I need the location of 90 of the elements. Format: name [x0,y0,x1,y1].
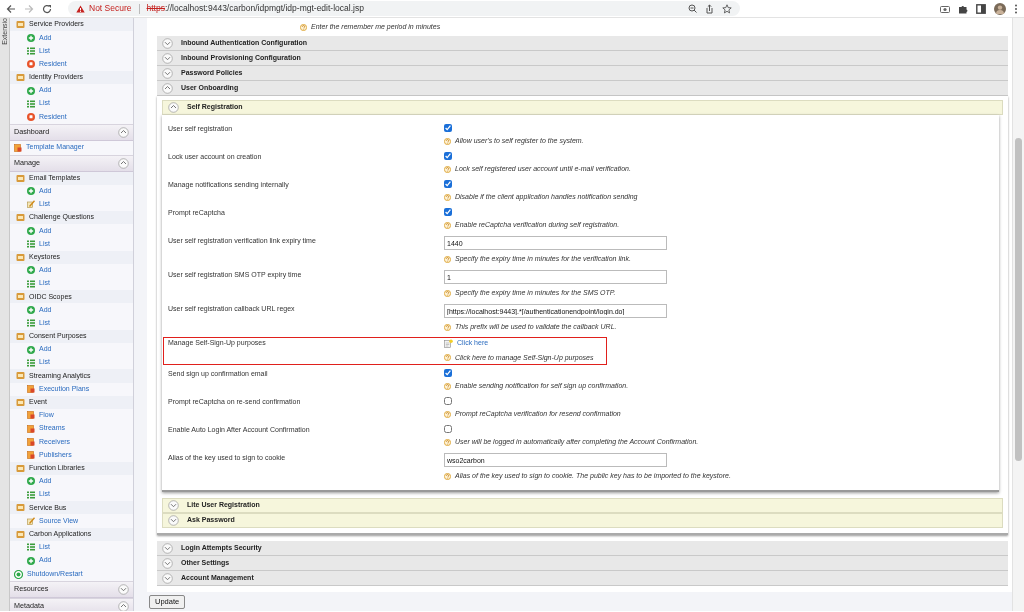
help-icon [444,438,451,446]
help-icon [444,354,451,362]
add-icon [27,477,35,486]
list-icon [27,46,35,55]
more-icon[interactable] [1014,3,1018,14]
expand-icon[interactable] [162,37,173,49]
expand-icon[interactable] [162,572,173,584]
puzzle-icon[interactable] [958,3,968,14]
module-icon [16,72,25,82]
expand-icon[interactable] [162,557,173,569]
checkbox[interactable] [444,180,452,188]
note-icon [444,338,453,348]
collapse-icon[interactable] [118,157,129,169]
scrollbar-thumb[interactable] [1015,138,1022,461]
add-icon [27,305,35,314]
document-icon [27,424,35,433]
add-icon [27,345,35,354]
checkbox[interactable] [444,124,452,132]
checkbox[interactable] [444,152,452,160]
module-icon [16,173,25,183]
help-icon [444,323,451,331]
add-icon [27,556,35,565]
module-icon [16,213,25,223]
help-icon [444,137,451,145]
help-icon [444,289,451,297]
avatar[interactable] [994,2,1006,15]
checkbox[interactable] [444,369,452,377]
collapse-icon[interactable] [118,601,129,611]
help-icon [444,221,451,229]
address-bar[interactable]: Not Secure https://localhost:9443/carbon/idpmgt/idp-mgt-edit-local.jsp [68,1,740,16]
back-icon[interactable] [6,3,16,14]
add-icon [27,226,35,235]
expand-icon[interactable] [168,500,179,511]
collapse-icon[interactable] [162,82,173,94]
list-icon [27,99,35,108]
url-text: https://localhost:9443/carbon/idpmgt/idp-mgt-edit-local.jsp [146,2,364,15]
help-icon [444,193,451,201]
add-icon [27,187,35,196]
share-icon[interactable] [705,3,714,14]
security-label[interactable]: Not Secure [89,2,132,15]
document-icon [27,411,35,420]
list-icon [27,543,35,552]
circle-icon [27,112,35,121]
module-icon [16,252,25,262]
document-icon [27,451,35,460]
module-icon [16,371,25,381]
zoom-icon[interactable] [688,4,697,13]
help-icon [300,23,307,31]
reload-icon[interactable] [42,3,52,14]
add-icon [27,33,35,42]
module-icon [16,463,25,473]
help-icon [444,410,451,418]
module-icon [16,331,25,341]
help-icon [444,255,451,263]
checkbox[interactable] [444,397,452,405]
expand-icon[interactable] [118,584,129,596]
document-icon [14,143,22,152]
module-icon [16,20,25,30]
list-icon [27,490,35,499]
pencil-icon [27,200,35,209]
collapse-icon[interactable] [168,102,179,113]
list-icon [27,240,35,249]
help-icon [444,165,451,173]
expand-icon[interactable] [168,515,179,526]
sidebar-icon[interactable] [976,3,986,14]
module-icon [16,529,25,539]
document-icon [27,437,35,446]
checkbox[interactable] [444,425,452,433]
star-icon[interactable] [722,3,732,14]
expand-icon[interactable] [162,67,173,79]
warning-icon [76,4,85,13]
power-icon [14,569,23,579]
checkbox[interactable] [444,208,452,216]
list-icon [27,358,35,367]
list-icon [27,279,35,288]
document-icon [27,385,35,394]
expand-icon[interactable] [162,52,173,64]
help-icon [444,382,451,390]
module-icon [16,397,25,407]
list-icon [27,319,35,328]
help-icon [444,472,451,480]
collapse-icon[interactable] [118,126,129,138]
add-icon [27,266,35,275]
module-icon [16,503,25,513]
expand-icon[interactable] [162,542,173,554]
camera-icon[interactable] [940,4,950,13]
add-icon [27,86,35,95]
module-icon [16,292,25,302]
pencil-icon [27,516,35,525]
circle-icon [27,60,35,69]
